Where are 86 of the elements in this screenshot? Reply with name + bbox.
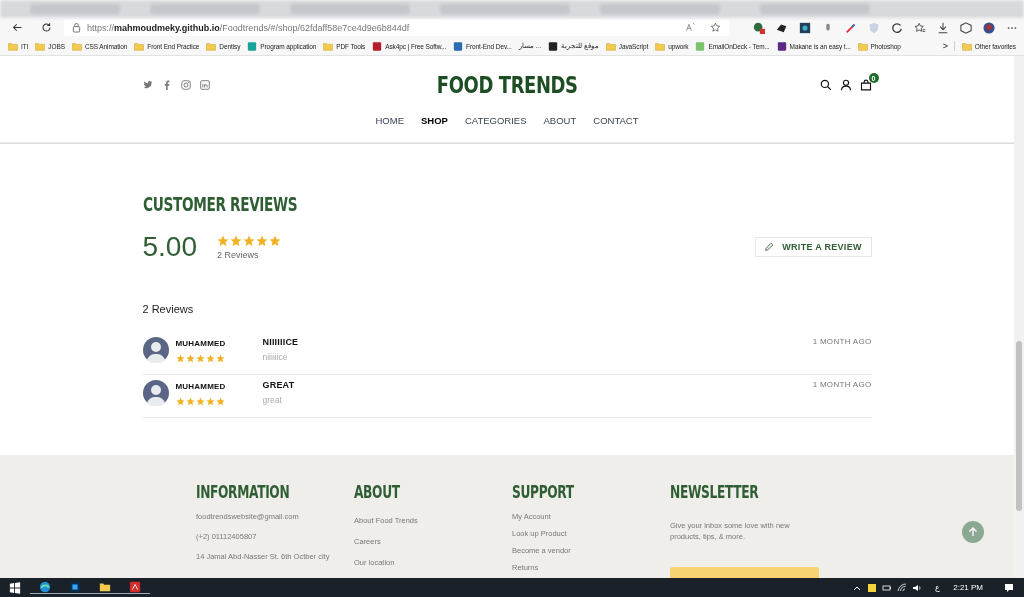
review-time: 1 MONTH AGO [812,337,872,346]
favorites-icon[interactable] [914,21,926,34]
nav-link[interactable]: HOME [375,114,404,126]
star-icon [243,234,255,247]
review-title: NIIIIIICE [262,337,300,347]
extension-icon[interactable] [891,21,903,34]
star-icon [215,354,225,363]
download-icon[interactable] [937,21,949,34]
cart-icon[interactable] [859,79,872,91]
star-icon [195,397,205,406]
footer-heading: ABOUT [354,482,401,502]
review-count: 2 Reviews [217,249,260,260]
url-text: https://mahmoudmeky.github.io/Foodtrends/#/shop/62fdaff58e7ce4d9e6b844df [87,22,410,33]
folder-icon [857,41,868,51]
avatar-icon [142,380,169,406]
pen-icon[interactable] [845,21,857,34]
footer-heading: INFORMATION [196,482,291,502]
star-icon [269,234,281,247]
twitter-icon[interactable] [142,80,153,90]
star-icon [215,397,225,406]
sticky-note-icon[interactable] [867,582,878,593]
review-text: great [262,395,283,405]
star-icon [205,397,215,406]
nav-link[interactable]: CONTACT [593,114,639,126]
volume-icon[interactable] [912,582,923,593]
folder-icon [655,41,666,51]
section-title: CUSTOMER REVIEWS [142,193,298,215]
refresh-icon[interactable] [41,21,52,34]
avatar-icon[interactable] [983,21,995,34]
logo[interactable]: FOOD TRENDS [436,72,578,98]
lock-icon [72,22,81,33]
folder-icon [206,41,217,51]
folder-icon [8,41,18,51]
user-icon[interactable] [839,79,852,91]
extension-icon[interactable] [960,21,972,34]
pencil-icon [764,242,775,252]
star-icon [230,234,242,247]
folder-icon [605,41,616,51]
back-icon[interactable] [12,21,23,34]
footer-heading: NEWSLETTER [670,482,760,502]
favorite-add-icon[interactable] [710,22,721,33]
star-icon [175,354,185,363]
more-bookmarks-button[interactable]: > [942,41,955,51]
review-title: GREAT [262,380,296,390]
browser-icon[interactable] [30,581,60,594]
star-icon [185,397,195,406]
read-aloud-icon[interactable] [685,22,696,33]
star-icon [205,354,215,363]
star-icon [195,354,205,363]
folder-icon [35,41,46,51]
folder-icon [323,41,334,51]
folder-icon[interactable] [90,581,120,594]
reviewer-name: MUHAMMED [175,339,227,348]
extension-icon[interactable] [799,21,811,34]
nav-link[interactable]: ABOUT [543,114,577,126]
reviews-heading: 2 Reviews [142,303,195,315]
star-icon [217,234,229,247]
search-icon[interactable] [819,79,832,91]
nav-link[interactable]: CATEGORIES [464,114,527,126]
extension-icon[interactable] [753,21,765,34]
nav-link[interactable]: SHOP [421,114,448,126]
star-icon [185,354,195,363]
star-icon [256,234,268,247]
review-text: niiiiiice [262,352,289,362]
photo-editor-icon[interactable] [60,581,90,594]
footer-heading: SUPPORT [512,482,575,502]
arrow-up-icon [967,526,979,538]
folder-icon [961,41,972,51]
clock[interactable]: 2:21 PM [953,583,983,592]
star-icon [175,397,185,406]
review-time: 1 MONTH AGO [812,380,872,389]
write-review-button[interactable]: WRITE A REVIEW [754,237,872,257]
wifi-icon[interactable] [897,582,908,593]
instagram-icon[interactable] [180,80,191,90]
linkedin-icon[interactable] [199,80,210,90]
reviewer-name: MUHAMMED [175,382,227,391]
battery-icon[interactable] [882,582,893,593]
folder-icon [71,41,82,51]
notification-icon[interactable] [1004,582,1014,593]
scrollbar-thumb[interactable] [1016,341,1022,511]
average-rating: 5.00 [142,231,197,263]
pdf-reader-icon[interactable] [120,581,150,594]
keyboard-language[interactable]: ع [935,583,941,592]
address-bar[interactable]: https://mahmoudmeky.github.io/Foodtrends/#/shop/62fdaff58e7ce4d9e6b844df [64,19,729,36]
avatar-icon [142,337,169,363]
folder-icon [134,41,145,51]
